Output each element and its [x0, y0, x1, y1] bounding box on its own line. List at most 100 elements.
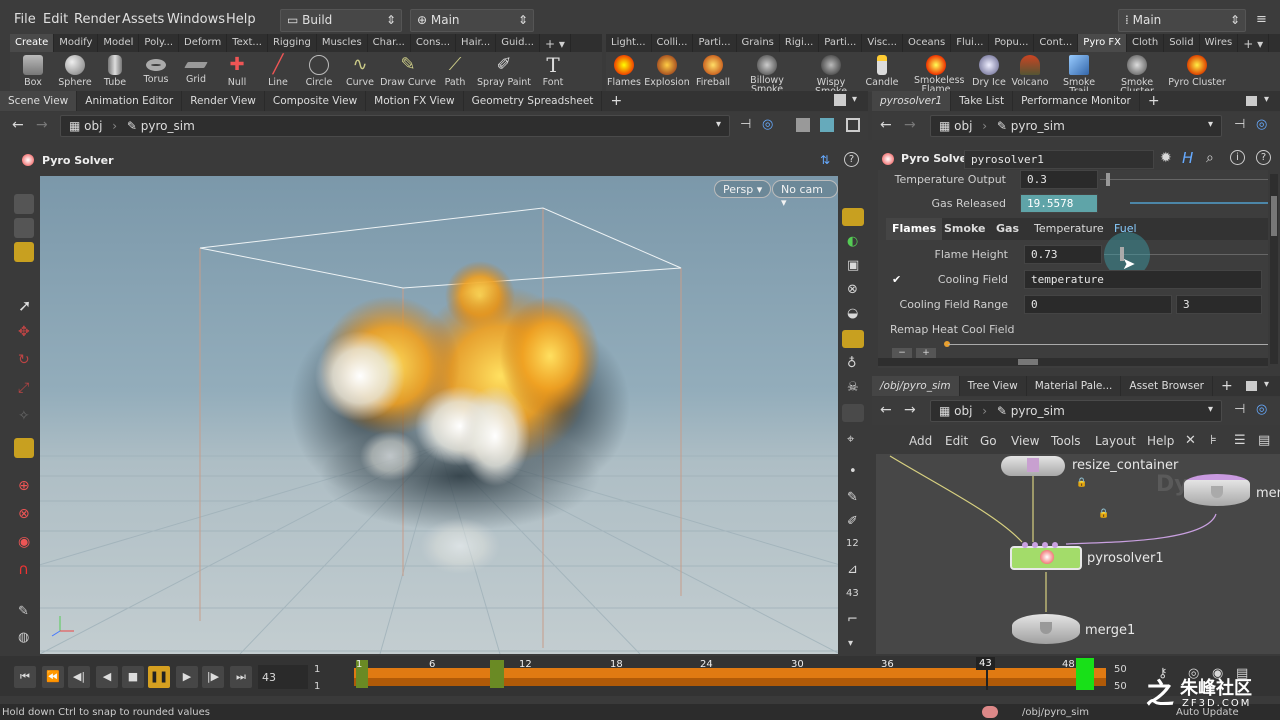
pin-icon[interactable]: ⊣: [1234, 117, 1245, 132]
tab-geometry-spreadsheet[interactable]: Geometry Spreadsheet: [464, 91, 603, 111]
tab-composite-view[interactable]: Composite View: [265, 91, 367, 111]
perspective-menu[interactable]: Persp ▾: [714, 180, 772, 198]
cooling-range-max-field[interactable]: 3: [1176, 295, 1262, 314]
xray-icon[interactable]: [842, 404, 864, 422]
node-label-resize-container[interactable]: resize_container: [1072, 458, 1178, 473]
tool-box[interactable]: Box: [10, 52, 56, 92]
start-frame-field-2[interactable]: 1: [314, 681, 320, 692]
shelf-tab[interactable]: Flui...: [951, 34, 990, 52]
desktop-menu-icon[interactable]: ≡: [1256, 12, 1267, 27]
forward-arrow-icon[interactable]: →: [904, 402, 916, 418]
flame-height-field[interactable]: 0.73: [1024, 245, 1102, 264]
pin-icon[interactable]: ⊣: [740, 117, 751, 132]
node-label-pyrosolver1[interactable]: pyrosolver1: [1087, 551, 1164, 566]
display-toggle-icon[interactable]: ⇅: [820, 153, 830, 167]
rotate-icon[interactable]: ↻: [18, 352, 30, 368]
tool-volcano[interactable]: Volcano: [1008, 52, 1052, 92]
playhead-label[interactable]: 43: [976, 657, 995, 670]
node-label-merge-right[interactable]: mer: [1256, 486, 1280, 501]
help-icon[interactable]: ?: [844, 152, 859, 167]
temperature-output-field[interactable]: 0.3: [1020, 170, 1098, 189]
view-icon[interactable]: [820, 118, 834, 132]
pane-menu-icon[interactable]: ▾: [852, 94, 857, 105]
tab-performance-monitor[interactable]: Performance Monitor: [1013, 91, 1140, 111]
tool-path[interactable]: ⟋ Path: [436, 52, 474, 92]
stop-button[interactable]: ■: [122, 666, 144, 688]
play-button[interactable]: ▶: [176, 666, 198, 688]
shelf-tab[interactable]: Oceans: [903, 34, 952, 52]
tool-curve[interactable]: ∿ Curve: [340, 52, 380, 92]
subtab-gas[interactable]: Gas: [990, 218, 1025, 240]
add-tab-icon[interactable]: +: [602, 91, 630, 111]
menu-windows[interactable]: Windows: [167, 12, 225, 27]
lock-icon[interactable]: ▣: [847, 258, 859, 273]
network-menu-edit[interactable]: Edit: [945, 434, 968, 448]
desktop-main-select[interactable]: ⊕ Main ⇕: [410, 9, 534, 32]
tab-animation-editor[interactable]: Animation Editor: [77, 91, 183, 111]
network-menu-layout[interactable]: Layout: [1095, 434, 1136, 448]
tab-material-palette[interactable]: Material Pale...: [1027, 376, 1122, 396]
tool-explosion[interactable]: Explosion: [642, 52, 692, 92]
link-icon[interactable]: ◎: [1256, 117, 1267, 132]
tab-motion-fx-view[interactable]: Motion FX View: [366, 91, 464, 111]
light-bulb-icon[interactable]: ♁: [847, 356, 857, 371]
snap-point-icon[interactable]: ◉: [18, 534, 30, 550]
network-editor[interactable]: Dy resize_container 🔒 mer 🔒 pyrosolver1 …: [876, 454, 1280, 654]
brush-icon[interactable]: ✐: [847, 514, 858, 529]
shelf-tab[interactable]: Solid: [1164, 34, 1200, 52]
params-path-input[interactable]: ▦ obj › ✎ pyro_sim ▾: [930, 115, 1222, 137]
tool-null[interactable]: ✚ Null: [216, 52, 258, 92]
tab-render-view[interactable]: Render View: [182, 91, 265, 111]
tree-icon[interactable]: ⊧: [1210, 433, 1217, 448]
skull-icon[interactable]: ☠: [847, 380, 859, 395]
network-menu-tools[interactable]: Tools: [1051, 434, 1081, 448]
scale-icon[interactable]: ⤢: [18, 380, 29, 396]
tab-take-list[interactable]: Take List: [951, 91, 1014, 111]
playhead[interactable]: [986, 670, 988, 690]
shelf-tab[interactable]: Cloth: [1127, 34, 1165, 52]
input-connector[interactable]: [1032, 542, 1038, 548]
maximize-icon[interactable]: [834, 94, 846, 106]
measure-icon[interactable]: ⊿: [847, 562, 858, 577]
step-forward-button[interactable]: |▶: [202, 666, 224, 688]
vertical-scroll-thumb[interactable]: [1271, 196, 1277, 236]
number-12-icon[interactable]: 12: [846, 538, 859, 549]
network-path-input[interactable]: ▦ obj › ✎ pyro_sim ▾: [930, 400, 1222, 422]
snap-grid-icon[interactable]: ⊕: [18, 478, 30, 494]
add-shelf-icon[interactable]: + ▾: [540, 34, 571, 52]
tool-torus[interactable]: Torus: [136, 52, 176, 92]
grid-view-icon[interactable]: ▤: [1258, 433, 1270, 448]
3d-viewport[interactable]: Persp ▾ No cam ▾: [40, 176, 838, 654]
handle-icon[interactable]: [14, 438, 34, 458]
shelf-tab[interactable]: Parti...: [693, 34, 737, 52]
gas-released-field[interactable]: 19.5578: [1020, 194, 1098, 213]
shelf-tab[interactable]: Cont...: [1034, 34, 1079, 52]
shelf-tab-pyro[interactable]: Pyro FX: [1078, 34, 1128, 52]
shelf-tab[interactable]: Colli...: [652, 34, 694, 52]
shelf-tab[interactable]: Model: [98, 34, 140, 52]
shelf-tab[interactable]: Modify: [54, 34, 99, 52]
jump-end-button[interactable]: ⏭: [230, 666, 252, 688]
frame-icon[interactable]: [846, 118, 860, 132]
view-tool-icon[interactable]: [14, 218, 34, 238]
start-frame-field[interactable]: 1: [314, 664, 320, 675]
current-frame-field[interactable]: 43: [258, 665, 308, 689]
tab-scene-view[interactable]: Scene View: [0, 91, 78, 111]
camera-icon[interactable]: ◍: [18, 630, 29, 645]
menu-help[interactable]: Help: [226, 12, 256, 27]
tool-fireball[interactable]: Fireball: [692, 52, 734, 92]
add-tab-icon[interactable]: +: [1213, 376, 1241, 396]
network-menu-help[interactable]: Help: [1147, 434, 1174, 448]
shelf-tab[interactable]: Guid...: [496, 34, 540, 52]
shelf-tab[interactable]: Cons...: [411, 34, 457, 52]
temperature-slider-handle[interactable]: [1106, 173, 1110, 186]
play-reverse-button[interactable]: ◀: [96, 666, 118, 688]
tool-grid[interactable]: Grid: [176, 52, 216, 92]
prev-key-button[interactable]: ⏪: [42, 666, 64, 688]
link-icon[interactable]: ◎: [1256, 402, 1267, 417]
shelf-tab[interactable]: Poly...: [139, 34, 180, 52]
handle-tool-icon[interactable]: [14, 194, 34, 214]
step-back-button[interactable]: ◀|: [68, 666, 90, 688]
tool-candle[interactable]: Candle: [862, 52, 902, 92]
pane-menu-icon[interactable]: ▾: [1264, 94, 1269, 105]
